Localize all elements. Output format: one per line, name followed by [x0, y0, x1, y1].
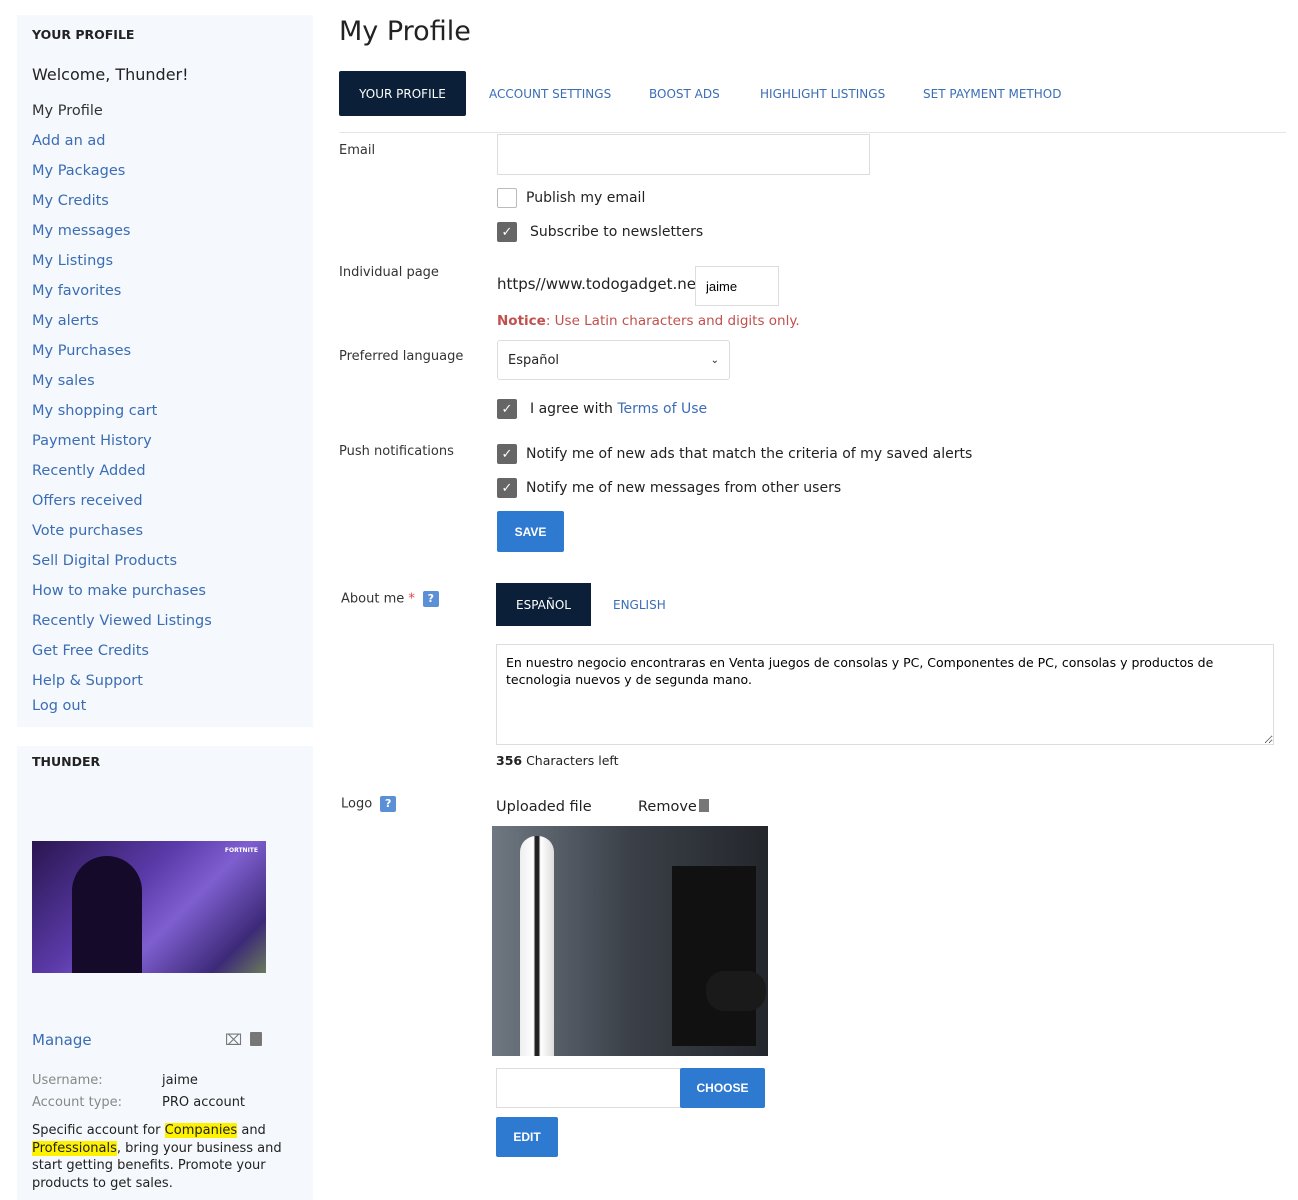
- tab-account-settings[interactable]: ACCOUNT SETTINGS: [489, 71, 611, 116]
- push-messages-checkbox[interactable]: ✓: [497, 478, 517, 498]
- publish-email-label: Publish my email: [526, 190, 646, 206]
- sidebar-item-recently-viewed-listings[interactable]: Recently Viewed Listings: [32, 613, 212, 629]
- chevron-down-icon: ⌄: [710, 354, 719, 366]
- subscribe-label: Subscribe to newsletters: [530, 224, 704, 240]
- page-url-prefix: https//www.todogadget.net/: [497, 275, 707, 293]
- panel-title: YOUR PROFILE: [32, 27, 135, 42]
- sidebar-item-vote-purchases[interactable]: Vote purchases: [32, 523, 143, 539]
- tab-boost-ads[interactable]: BOOST ADS: [649, 71, 720, 116]
- push-messages-label: Notify me of new messages from other use…: [526, 480, 842, 496]
- sidebar-item-my-profile[interactable]: My Profile: [32, 103, 103, 119]
- trash-icon[interactable]: [250, 1032, 262, 1046]
- help-icon[interactable]: ?: [422, 591, 439, 607]
- trash-icon: [698, 799, 709, 812]
- sidebar-item-sell-digital-products[interactable]: Sell Digital Products: [32, 553, 177, 569]
- about-label: About me *?: [341, 591, 439, 607]
- account-title: THUNDER: [32, 754, 101, 769]
- sidebar-item-payment-history[interactable]: Payment History: [32, 433, 152, 449]
- notice-text: Notice: Use Latin characters and digits …: [497, 313, 800, 329]
- sidebar-item-my-shopping-cart[interactable]: My shopping cart: [32, 403, 157, 419]
- console-ps5: [520, 836, 554, 1056]
- file-input[interactable]: [496, 1068, 681, 1108]
- email-label: Email: [339, 143, 376, 158]
- sidebar-item-my-alerts[interactable]: My alerts: [32, 313, 99, 329]
- avatar-figure: [72, 856, 142, 973]
- tab-espanol[interactable]: ESPAÑOL: [496, 583, 591, 626]
- sidebar-item-how-to-make-purchases[interactable]: How to make purchases: [32, 583, 206, 599]
- notice-label: Notice: [497, 313, 546, 329]
- logo-label: Logo?: [341, 796, 397, 812]
- desc-text: and: [237, 1123, 266, 1138]
- account-type-label: Account type:: [32, 1095, 123, 1110]
- sidebar-item-my-packages[interactable]: My Packages: [32, 163, 125, 179]
- logo-image: [492, 826, 768, 1056]
- language-label: Preferred language: [339, 349, 464, 364]
- page-slug-input[interactable]: [695, 266, 779, 306]
- push-alerts-label: Notify me of new ads that match the crit…: [526, 446, 973, 462]
- profile-nav-panel: YOUR PROFILE Welcome, Thunder! My Profil…: [17, 15, 313, 727]
- highlight-companies: Companies: [164, 1123, 238, 1138]
- about-textarea[interactable]: En nuestro negocio encontraras en Venta …: [496, 644, 1274, 745]
- help-icon[interactable]: ?: [380, 796, 397, 812]
- terms-link[interactable]: Terms of Use: [617, 401, 707, 417]
- welcome-text: Welcome, Thunder!: [32, 65, 189, 84]
- sidebar-item-add-an-ad[interactable]: Add an ad: [32, 133, 105, 149]
- required-mark: *: [408, 591, 415, 607]
- chars-count: 356: [496, 753, 523, 768]
- page-title: My Profile: [339, 16, 471, 47]
- notice-message: : Use Latin characters and digits only.: [545, 313, 800, 329]
- logo-text: Logo: [341, 796, 373, 812]
- push-alerts-checkbox[interactable]: ✓: [497, 444, 517, 464]
- sidebar-item-my-messages[interactable]: My messages: [32, 223, 130, 239]
- account-panel: THUNDER FORTNITE Manage ⌧ Username: jaim…: [17, 746, 313, 1200]
- sidebar-item-log-out[interactable]: Log out: [32, 698, 86, 714]
- manage-link[interactable]: Manage: [32, 1031, 92, 1049]
- language-value: Español: [508, 352, 560, 368]
- console-xbox: [672, 866, 756, 1046]
- sidebar-item-recently-added[interactable]: Recently Added: [32, 463, 146, 479]
- sidebar-item-offers-received[interactable]: Offers received: [32, 493, 143, 509]
- language-select[interactable]: Español ⌄: [497, 340, 730, 380]
- account-type-value: PRO account: [162, 1095, 246, 1110]
- sidebar-item-help-support[interactable]: Help & Support: [32, 673, 143, 689]
- subscribe-checkbox[interactable]: ✓: [497, 222, 517, 242]
- account-description: Specific account for Companies and Profe…: [32, 1122, 282, 1192]
- email-input[interactable]: [497, 134, 870, 175]
- username-label: Username:: [32, 1073, 103, 1088]
- sidebar-item-my-purchases[interactable]: My Purchases: [32, 343, 131, 359]
- remove-text: Remove: [638, 799, 697, 815]
- avatar: FORTNITE: [32, 841, 266, 973]
- tab-highlight-listings[interactable]: HIGHLIGHT LISTINGS: [760, 71, 885, 116]
- choose-button[interactable]: CHOOSE: [680, 1068, 765, 1108]
- individual-page-label: Individual page: [339, 265, 439, 280]
- sidebar-item-my-favorites[interactable]: My favorites: [32, 283, 121, 299]
- crop-icon[interactable]: ⌧: [225, 1031, 242, 1049]
- uploaded-file-label: Uploaded file: [496, 799, 592, 815]
- push-label: Push notifications: [339, 444, 454, 459]
- sidebar-item-my-credits[interactable]: My Credits: [32, 193, 109, 209]
- tab-your-profile[interactable]: YOUR PROFILE: [339, 71, 466, 116]
- sidebar-item-my-listings[interactable]: My Listings: [32, 253, 113, 269]
- publish-email-checkbox[interactable]: [497, 188, 517, 208]
- edit-button[interactable]: EDIT: [496, 1117, 558, 1157]
- username-value: jaime: [162, 1073, 198, 1088]
- save-button[interactable]: SAVE: [497, 511, 564, 552]
- agree-text: I agree with: [530, 401, 618, 417]
- agree-label: I agree with Terms of Use: [530, 401, 707, 417]
- avatar-logo-text: FORTNITE: [224, 847, 258, 854]
- chars-left-text: Characters left: [522, 753, 619, 768]
- tab-english[interactable]: ENGLISH: [613, 583, 666, 626]
- sidebar-item-get-free-credits[interactable]: Get Free Credits: [32, 643, 149, 659]
- remove-link[interactable]: Remove: [638, 799, 709, 815]
- desc-text: Specific account for: [32, 1123, 165, 1138]
- agree-checkbox[interactable]: ✓: [497, 399, 517, 419]
- tab-set-payment-method[interactable]: SET PAYMENT METHOD: [923, 71, 1061, 116]
- about-text: About me: [341, 591, 405, 607]
- highlight-professionals: Professionals: [32, 1140, 117, 1156]
- divider: [339, 132, 1286, 133]
- sidebar-item-my-sales[interactable]: My sales: [32, 373, 95, 389]
- chars-left: 356 Characters left: [496, 753, 619, 768]
- controller: [706, 971, 766, 1011]
